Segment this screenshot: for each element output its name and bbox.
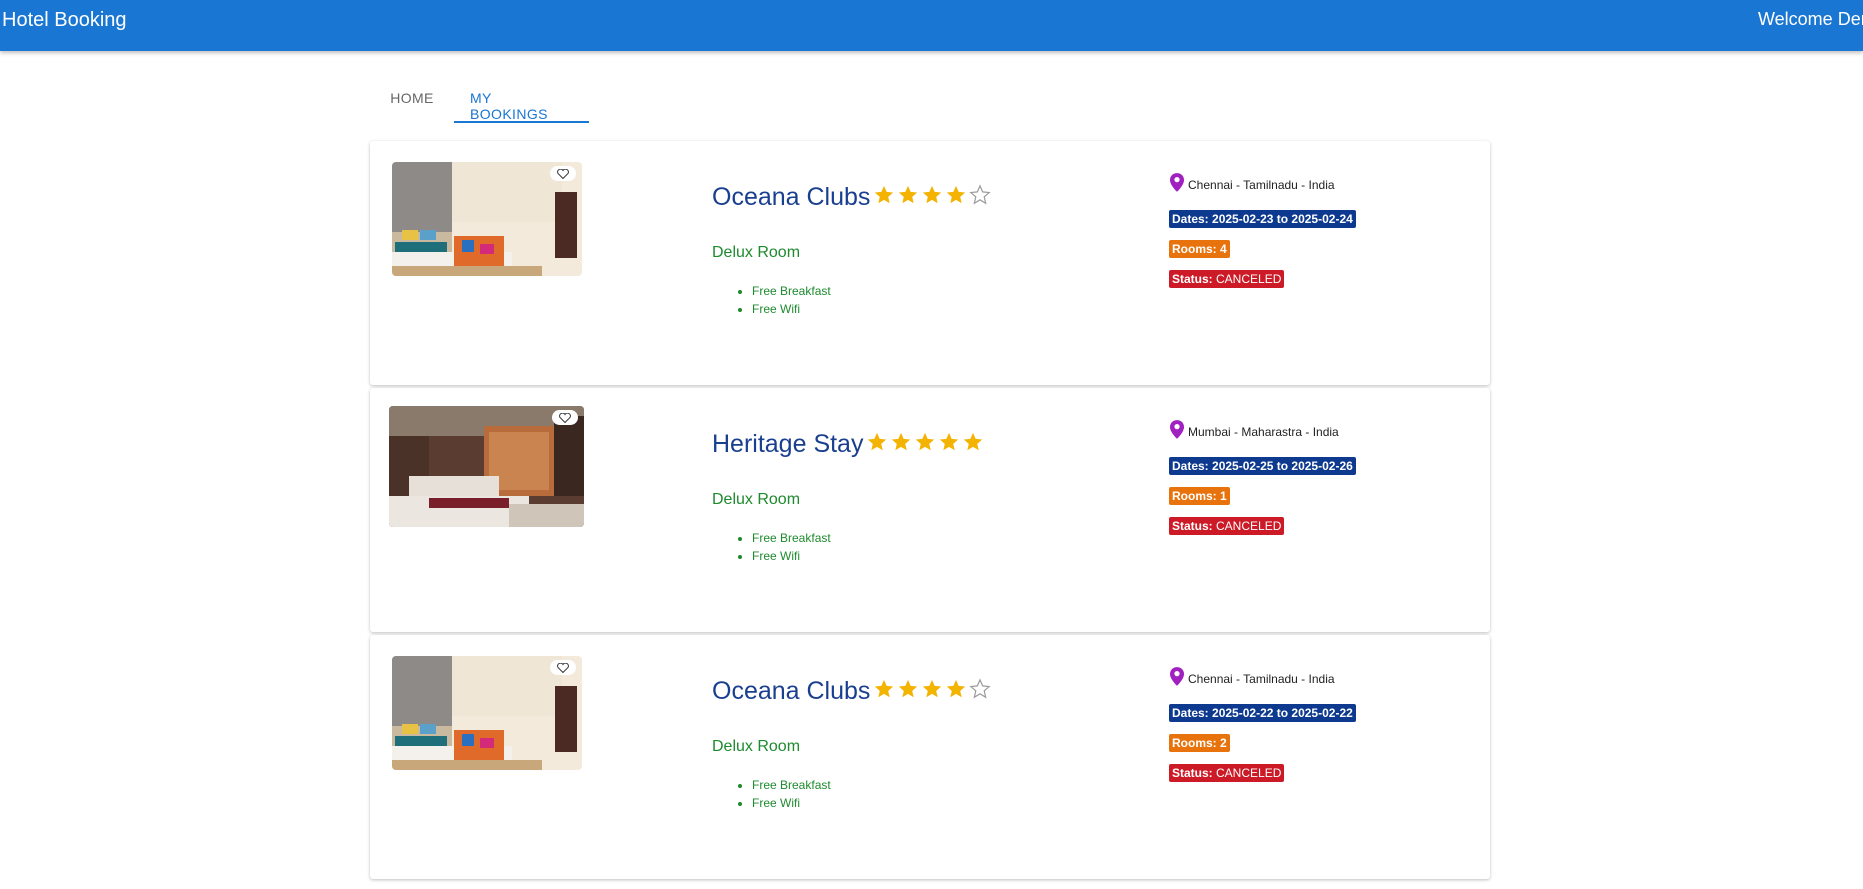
star-filled-icon	[892, 432, 911, 450]
dates-badge: Dates: 2025-02-23 to 2025-02-24	[1169, 210, 1356, 228]
hotel-name: Heritage Stay	[712, 430, 864, 458]
star-empty-icon	[969, 677, 992, 698]
rooms-value: 4	[1220, 242, 1227, 256]
hotel-name: Oceana Clubs	[712, 677, 871, 705]
room-type: Delux Room	[712, 738, 801, 755]
rooms-badge: Rooms: 4	[1169, 240, 1230, 258]
dates-value: 2025-02-23 to 2025-02-24	[1212, 212, 1353, 226]
star-rating	[872, 677, 992, 700]
tab-home[interactable]: HOME	[370, 78, 454, 123]
heart-icon	[557, 168, 569, 179]
amenity-item: Free Breakfast	[752, 776, 831, 794]
star-filled-icon	[947, 679, 966, 697]
star-filled-icon	[940, 432, 959, 450]
status-label: Status:	[1172, 519, 1213, 533]
status-badge: Status: CANCELED	[1169, 764, 1285, 782]
status-label: Status:	[1172, 272, 1213, 286]
heart-icon	[557, 662, 569, 673]
booking-card: Oceana Clubs Delux Room Free Breakfast F…	[370, 141, 1490, 385]
favorite-button[interactable]	[552, 410, 578, 425]
rooms-value: 1	[1220, 489, 1227, 503]
hotel-photo	[392, 162, 582, 276]
star-filled-icon	[923, 679, 942, 697]
dates-label: Dates:	[1172, 459, 1209, 473]
favorite-button[interactable]	[550, 166, 576, 181]
room-type: Delux Room	[712, 244, 801, 261]
hotel-name: Oceana Clubs	[712, 183, 871, 211]
star-filled-icon	[923, 185, 942, 203]
booking-card: Heritage Stay Delux Room Free Breakfast …	[370, 388, 1490, 632]
star-rating	[872, 183, 992, 206]
rooms-label: Rooms:	[1172, 242, 1217, 256]
booking-card: Oceana Clubs Delux Room Free Breakfast F…	[370, 635, 1490, 879]
star-empty-icon	[969, 183, 992, 204]
rooms-value: 2	[1220, 736, 1227, 750]
welcome-user[interactable]: Welcome Dem	[1758, 9, 1863, 30]
room-type: Delux Room	[712, 491, 801, 508]
star-rating	[865, 431, 985, 453]
star-filled-icon	[947, 185, 966, 203]
favorite-button[interactable]	[550, 660, 576, 675]
status-value: CANCELED	[1216, 519, 1282, 533]
app-bar: Hotel Booking Welcome Dem	[0, 0, 1863, 51]
hotel-photo	[389, 406, 584, 527]
status-label: Status:	[1172, 766, 1213, 780]
status-value: CANCELED	[1216, 766, 1282, 780]
star-filled-icon	[964, 432, 983, 450]
app-title: Hotel Booking	[2, 9, 127, 31]
dates-badge: Dates: 2025-02-22 to 2025-02-22	[1169, 704, 1356, 722]
location-text: Chennai - Tamilnadu - India	[1188, 672, 1335, 686]
rooms-label: Rooms:	[1172, 736, 1217, 750]
rooms-label: Rooms:	[1172, 489, 1217, 503]
nav-tabs: HOME MY BOOKINGS	[370, 78, 589, 123]
amenity-item: Free Breakfast	[752, 529, 831, 547]
amenity-item: Free Breakfast	[752, 282, 831, 300]
amenities-list: Free Breakfast Free Wifi	[752, 529, 831, 565]
dates-value: 2025-02-22 to 2025-02-22	[1212, 706, 1353, 720]
location-pin-icon	[1170, 173, 1184, 192]
star-filled-icon	[875, 185, 894, 203]
location: Mumbai - Maharastra - India	[1170, 420, 1339, 439]
hotel-photo	[392, 656, 582, 770]
heart-icon	[559, 412, 571, 423]
location-text: Mumbai - Maharastra - India	[1188, 425, 1339, 439]
dates-value: 2025-02-25 to 2025-02-26	[1212, 459, 1353, 473]
star-filled-icon	[899, 185, 918, 203]
location: Chennai - Tamilnadu - India	[1170, 667, 1335, 686]
amenity-item: Free Wifi	[752, 547, 831, 565]
status-value: CANCELED	[1216, 272, 1282, 286]
rooms-badge: Rooms: 2	[1169, 734, 1230, 752]
location-text: Chennai - Tamilnadu - India	[1188, 178, 1335, 192]
dates-badge: Dates: 2025-02-25 to 2025-02-26	[1169, 457, 1356, 475]
star-filled-icon	[899, 679, 918, 697]
tab-my-bookings[interactable]: MY BOOKINGS	[454, 78, 589, 123]
amenities-list: Free Breakfast Free Wifi	[752, 776, 831, 812]
star-filled-icon	[875, 679, 894, 697]
dates-label: Dates:	[1172, 706, 1209, 720]
status-badge: Status: CANCELED	[1169, 517, 1285, 535]
amenities-list: Free Breakfast Free Wifi	[752, 282, 831, 318]
star-filled-icon	[916, 432, 935, 450]
location-pin-icon	[1170, 667, 1184, 686]
location: Chennai - Tamilnadu - India	[1170, 173, 1335, 192]
rooms-badge: Rooms: 1	[1169, 487, 1230, 505]
status-badge: Status: CANCELED	[1169, 270, 1285, 288]
amenity-item: Free Wifi	[752, 794, 831, 812]
dates-label: Dates:	[1172, 212, 1209, 226]
amenity-item: Free Wifi	[752, 300, 831, 318]
star-filled-icon	[868, 432, 887, 450]
location-pin-icon	[1170, 420, 1184, 439]
